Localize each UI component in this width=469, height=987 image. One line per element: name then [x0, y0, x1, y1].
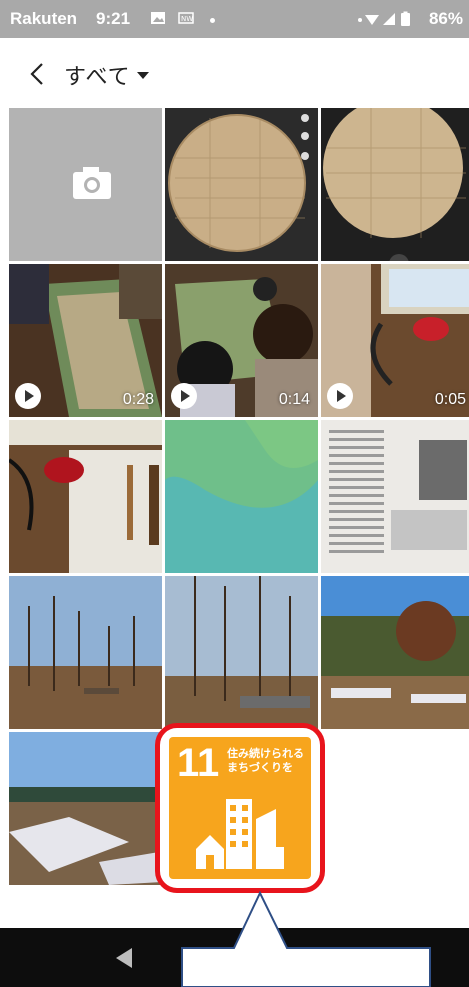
battery-level: 86% [428, 9, 463, 28]
video-duration: 0:05 [434, 391, 466, 408]
gallery-header: すべて [0, 38, 469, 108]
video-thumbnail[interactable]: 0:05 [321, 264, 469, 417]
city-buildings-icon [196, 799, 284, 869]
clock: 9:21 [96, 9, 131, 28]
sdg-number: 11 [177, 741, 220, 785]
video-duration: 0:28 [122, 391, 154, 408]
nav-back-icon[interactable] [116, 948, 132, 968]
highlighted-sdg-tile[interactable]: 11 住み続けられる まちづくりを [155, 723, 325, 893]
play-icon [15, 383, 41, 409]
dropdown-caret-icon [136, 71, 149, 79]
album-selector[interactable]: すべて [64, 58, 149, 92]
more-notifications-icon [210, 18, 215, 23]
video-duration: 0:14 [278, 391, 310, 408]
play-icon [327, 383, 353, 409]
photo-thumbnail[interactable] [321, 420, 469, 573]
sdg-title-line2: まちづくりを [227, 762, 293, 774]
sdg-goal-11-image: 11 住み続けられる まちづくりを [169, 737, 311, 879]
album-title: すべて [64, 64, 131, 89]
signal-wifi-battery-icons [358, 11, 410, 26]
system-nav-bar [0, 928, 469, 987]
carrier-label: Rakuten [10, 9, 78, 28]
status-bar: Rakuten 9:21 NW 86% [0, 0, 469, 38]
svg-text:NW: NW [181, 15, 193, 23]
photo-thumbnail[interactable] [9, 576, 162, 729]
bare-trees-image [9, 576, 162, 729]
video-thumbnail[interactable]: 0:14 [165, 264, 318, 417]
camera-icon [73, 167, 111, 199]
teal-abstract-image [165, 420, 318, 573]
news-notification-icon: NW [178, 12, 194, 24]
sdg-title: 住み続けられる まちづくりを [227, 747, 304, 775]
forest-snow-image [321, 576, 469, 729]
photo-thumbnail[interactable] [321, 576, 469, 729]
desk-mouse-image [9, 420, 162, 573]
papyrus-image [323, 108, 466, 261]
newspaper-image [321, 420, 469, 573]
nav-recents-icon[interactable] [346, 948, 366, 968]
image-notification-icon [151, 12, 165, 24]
photo-thumbnail[interactable] [9, 420, 162, 573]
photo-thumbnail[interactable] [165, 108, 318, 261]
sdg-title-line1: 住み続けられる [227, 748, 304, 760]
photo-thumbnail[interactable] [9, 732, 162, 885]
photo-thumbnail[interactable] [165, 420, 318, 573]
snow-landscape-image [9, 732, 162, 885]
camera-tile[interactable] [9, 108, 162, 261]
bare-trees-image [165, 576, 318, 729]
back-arrow-icon[interactable] [22, 56, 52, 92]
photo-thumbnail[interactable] [321, 108, 469, 261]
papyrus-image [168, 114, 309, 252]
play-icon [171, 383, 197, 409]
photo-thumbnail[interactable] [165, 576, 318, 729]
video-thumbnail[interactable]: 0:28 [9, 264, 162, 417]
